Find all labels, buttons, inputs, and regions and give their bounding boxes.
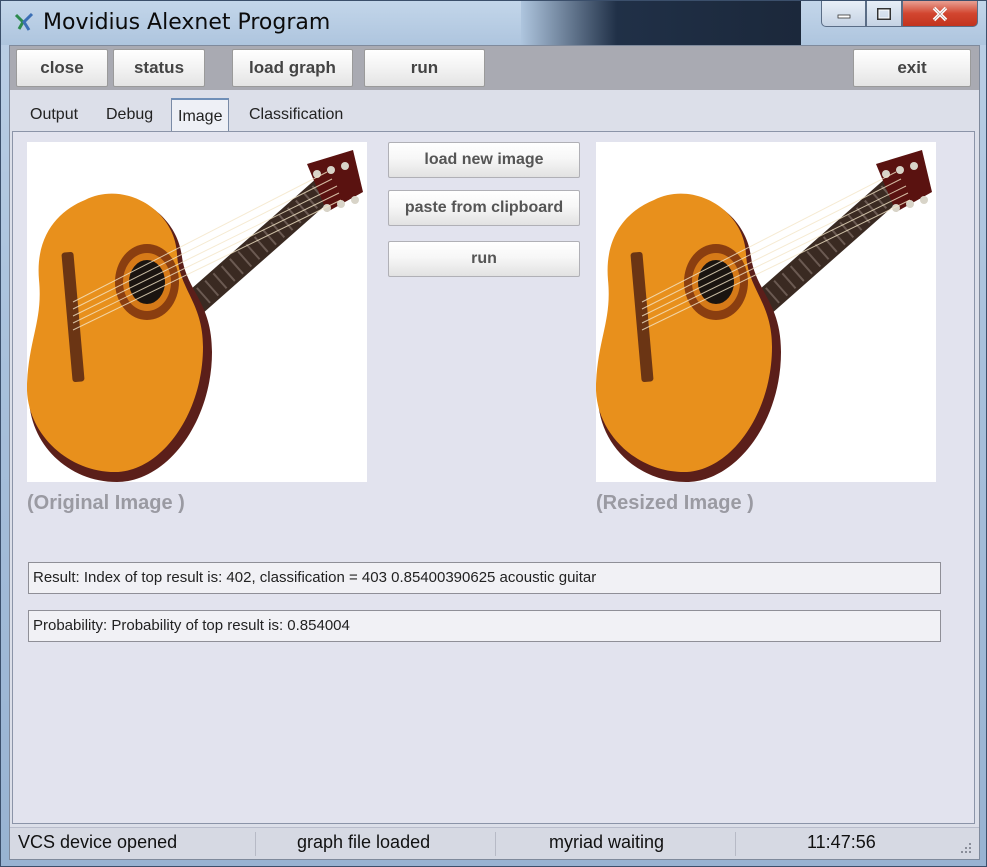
close-button[interactable]: close <box>16 49 108 87</box>
exit-button[interactable]: exit <box>853 49 971 87</box>
tab-classification[interactable]: Classification <box>249 106 343 124</box>
tab-debug[interactable]: Debug <box>106 106 153 124</box>
original-image <box>27 142 367 482</box>
maximize-button[interactable] <box>866 1 902 27</box>
window-title: Movidius Alexnet Program <box>43 10 331 35</box>
resized-image-caption: (Resized Image ) <box>596 492 754 514</box>
load-new-image-button[interactable]: load new image <box>388 142 580 178</box>
app-window: Movidius Alexnet Program close status lo… <box>0 0 987 867</box>
result-field[interactable]: Result: Index of top result is: 402, cla… <box>28 562 941 594</box>
guitar-illustration <box>27 150 363 482</box>
status-time: 11:47:56 <box>807 832 876 852</box>
status-myriad: myriad waiting <box>549 832 665 852</box>
minimize-icon <box>837 14 850 18</box>
app-icon <box>14 12 34 31</box>
status-graph: graph file loaded <box>297 832 431 852</box>
load-graph-button[interactable]: load graph <box>232 49 353 87</box>
image-tab-panel: (Original Image ) load new image paste f… <box>12 131 975 824</box>
guitar-illustration <box>596 150 932 482</box>
image-run-button[interactable]: run <box>388 241 580 277</box>
minimize-button[interactable] <box>821 1 866 27</box>
probability-field[interactable]: Probability: Probability of top result i… <box>28 610 941 642</box>
status-button[interactable]: status <box>113 49 205 87</box>
maximize-icon <box>877 7 891 20</box>
resized-image <box>596 142 936 482</box>
status-device: VCS device opened <box>18 832 178 852</box>
tab-output[interactable]: Output <box>30 106 78 124</box>
paste-from-clipboard-button[interactable]: paste from clipboard <box>388 190 580 226</box>
title-bar[interactable]: Movidius Alexnet Program <box>1 1 986 45</box>
close-window-button[interactable] <box>902 1 978 27</box>
close-icon <box>932 6 948 21</box>
resize-grip-icon[interactable] <box>959 841 973 855</box>
status-bar: VCS device opened graph file loaded myri… <box>10 827 979 859</box>
toolbar: close status load graph run exit <box>10 46 979 90</box>
tab-image[interactable]: Image <box>171 98 230 132</box>
run-button[interactable]: run <box>364 49 485 87</box>
client-area: close status load graph run exit Output … <box>9 45 980 860</box>
original-image-caption: (Original Image ) <box>27 492 185 514</box>
